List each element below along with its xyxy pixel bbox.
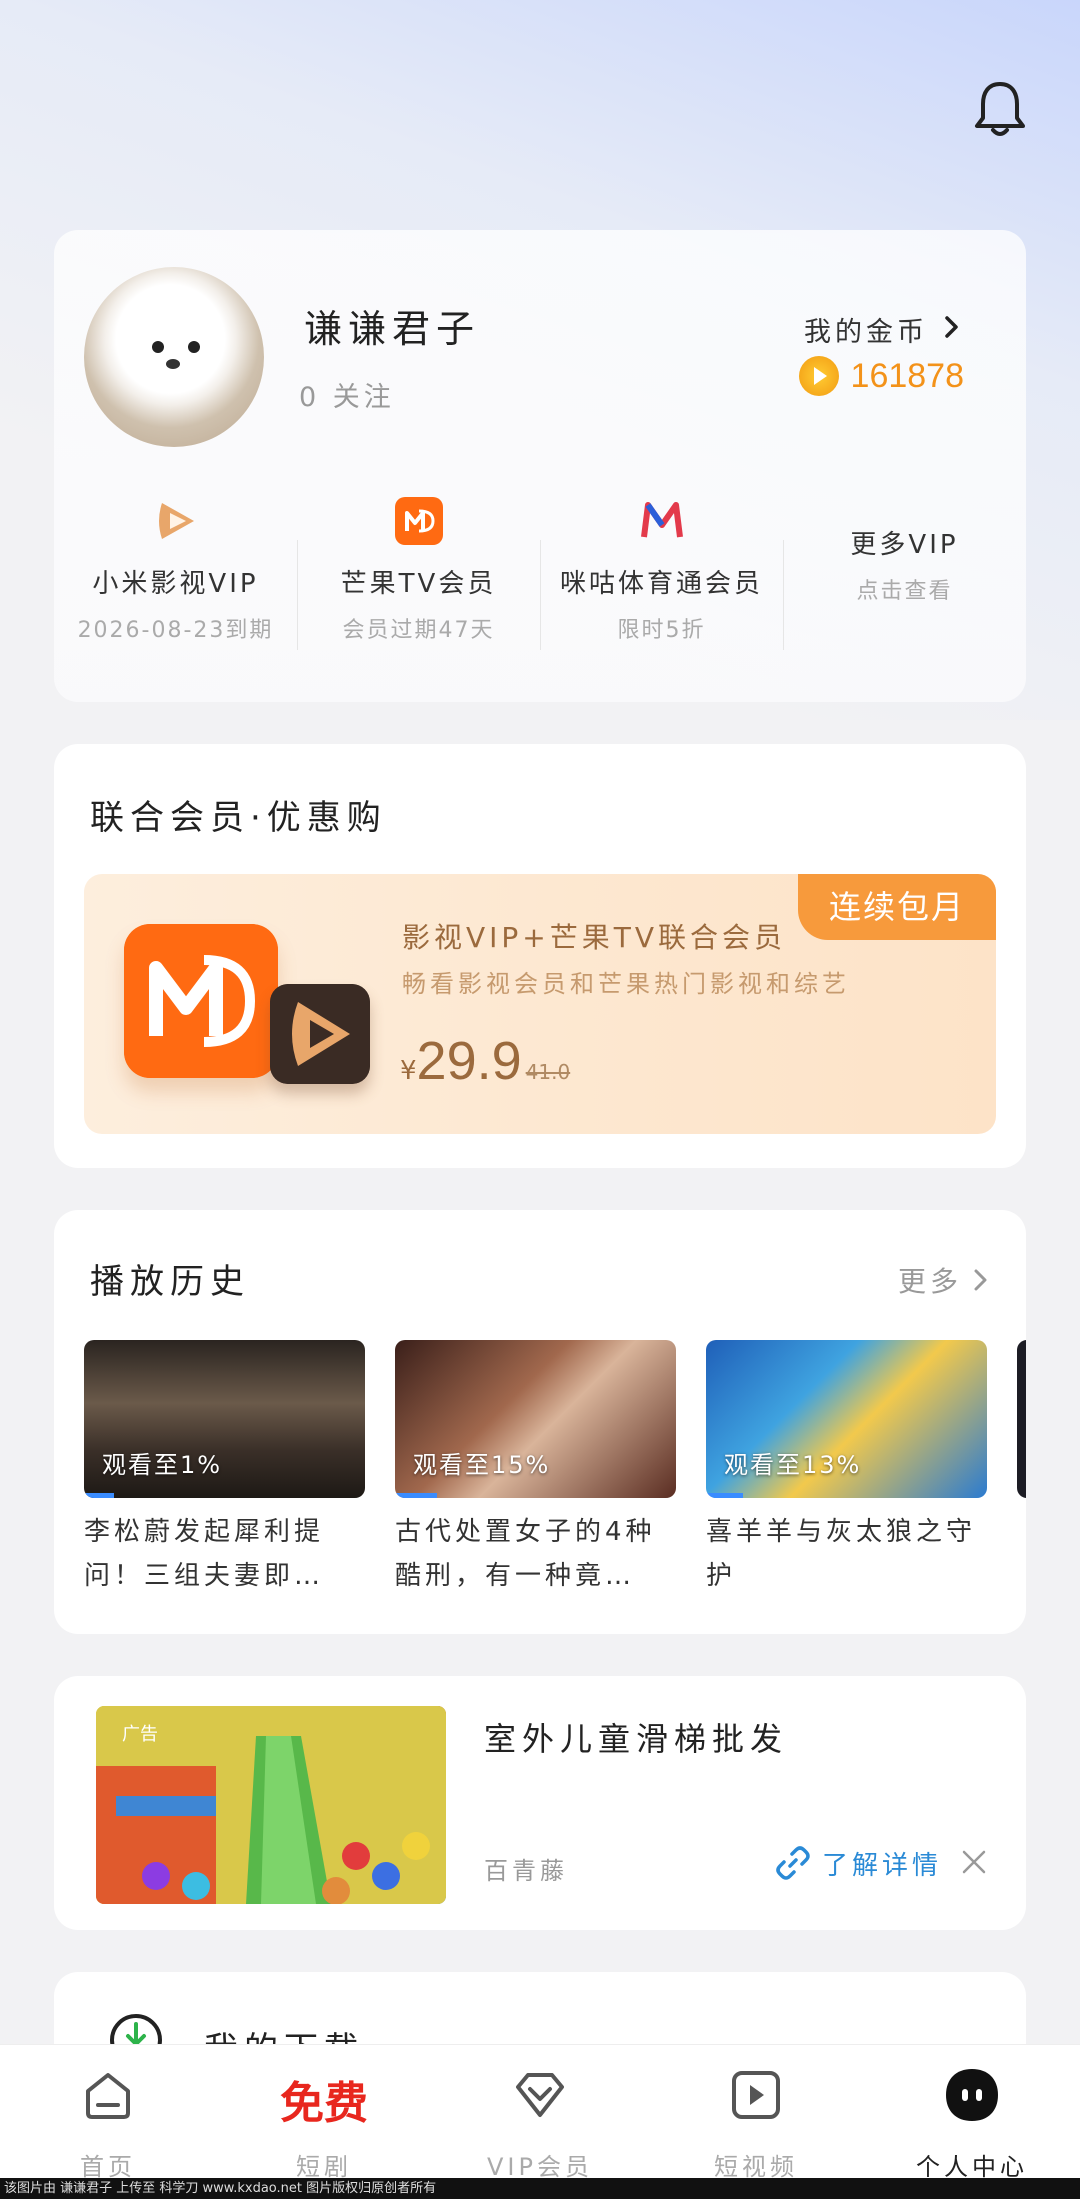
more-button[interactable]: 更多	[898, 1260, 990, 1300]
vip-item-more[interactable]: 更多VIP 点击查看	[783, 530, 1026, 660]
video-title: 李松蔚发起犀利提问！三组夫妻即…	[84, 1517, 325, 1591]
play-history-card: 播放历史 更多 观看至1% 李松蔚发起犀利提问！三组夫妻即… 观看至15% 古代…	[54, 1210, 1026, 1634]
tab-label: 短视频	[714, 2153, 798, 2181]
video-title: 古代处置女子的4种酷刑，有一种竟…	[395, 1517, 656, 1591]
migu-icon	[640, 502, 683, 538]
coins-label-text: 我的金币	[804, 317, 928, 348]
learn-more-label: 了解详情	[822, 1850, 943, 1881]
vip-diamond-icon	[516, 2073, 564, 2117]
close-icon[interactable]	[960, 1848, 988, 1876]
progress-text: 观看至13%	[724, 1451, 862, 1479]
tab-profile[interactable]: 个人中心	[864, 2045, 1080, 2181]
history-item[interactable]: 观看至1% 李松蔚发起犀利提问！三组夫妻即…	[84, 1340, 365, 1598]
promo-badge: 连续包月	[798, 874, 996, 940]
mango-tv-icon	[394, 497, 443, 545]
video-thumbnail: 观看至13%	[706, 1340, 987, 1498]
xiaomi-video-icon	[158, 503, 194, 539]
price-value: 29.9	[416, 1031, 522, 1091]
bottom-tab-bar: 首页 免费 短剧 VIP会员 短视频 个人中心	[0, 2044, 1080, 2181]
mango-tv-logo	[124, 924, 278, 1078]
tab-label: 首页	[80, 2153, 136, 2181]
section-title: 播放历史	[90, 1262, 250, 1302]
vip-sub: 会员过期47天	[342, 618, 495, 643]
ad-tag: 广告	[122, 1724, 158, 1745]
ad-image[interactable]: 广告	[96, 1706, 446, 1904]
play-square-icon	[732, 2071, 780, 2119]
ad-card[interactable]: 广告 室外儿童滑梯批发 百青藤 了解详情	[54, 1676, 1026, 1930]
video-thumbnail: 观看至15%	[395, 1340, 676, 1498]
ad-source: 百青藤	[484, 1857, 568, 1885]
vip-sub: 2026-08-23到期	[77, 618, 274, 643]
learn-more-link[interactable]: 了解详情	[774, 1844, 942, 1882]
vip-title: 小米影视VIP	[92, 569, 259, 599]
tab-label: 个人中心	[916, 2153, 1028, 2181]
avatar-eye	[188, 341, 200, 353]
promo-banner[interactable]: 连续包月 影视VIP+芒果TV联合会员 畅看影视会员和芒果热门影视和综艺 ¥ 2…	[84, 874, 996, 1134]
free-badge: 免费	[280, 2078, 368, 2129]
avatar-eye	[152, 341, 164, 353]
chevron-right-icon[interactable]	[938, 313, 964, 341]
vip-title: 更多VIP	[850, 530, 959, 560]
chevron-right-icon	[974, 1269, 987, 1291]
username[interactable]: 谦谦君子	[304, 298, 480, 353]
vip-item-migu[interactable]: 咪咕体育通会员 限时5折	[540, 502, 783, 660]
promo-title: 影视VIP+芒果TV联合会员	[402, 921, 787, 954]
vip-sub: 点击查看	[856, 579, 953, 604]
link-icon	[776, 1846, 810, 1880]
vip-row: 小米影视VIP 2026-08-23到期 芒果TV会员 会员过期47天 咪咕体育…	[54, 497, 1026, 660]
vip-sub: 限时5折	[617, 618, 706, 643]
home-icon	[86, 2073, 130, 2119]
currency-symbol: ¥	[400, 1056, 417, 1086]
bell-icon[interactable]	[972, 78, 1028, 140]
coin-icon	[798, 356, 839, 396]
follow-count[interactable]: 0 关注	[299, 375, 395, 414]
watermark-footer: 该图片由 谦谦君子 上传至 科学刀 www.kxdao.net 图片版权归原创者…	[0, 2178, 1080, 2199]
avatar-nose	[166, 359, 180, 369]
coins-value: 161878	[850, 356, 964, 395]
history-item-partial[interactable]	[1017, 1340, 1026, 1598]
section-title: 联合会员·优惠购	[90, 798, 387, 838]
tab-short-drama[interactable]: 免费 短剧	[216, 2045, 432, 2181]
progress-text: 观看至1%	[102, 1451, 223, 1479]
video-thumbnail: 观看至1%	[84, 1340, 365, 1498]
profile-card: 谦谦君子 0 关注 我的金币 161878 小米影视VIP 2026-08-23…	[54, 230, 1026, 702]
progress-bar	[706, 1493, 743, 1498]
xiaomi-video-logo	[270, 984, 370, 1084]
promo-desc: 畅看影视会员和芒果热门影视和综艺	[402, 970, 850, 998]
tab-label: VIP会员	[487, 2153, 593, 2181]
vip-title: 芒果TV会员	[340, 569, 497, 599]
progress-bar	[84, 1493, 114, 1498]
tab-short-video[interactable]: 短视频	[648, 2045, 864, 2181]
vip-item-xiaomi[interactable]: 小米影视VIP 2026-08-23到期	[54, 503, 297, 660]
progress-bar	[395, 1493, 438, 1498]
history-list: 观看至1% 李松蔚发起犀利提问！三组夫妻即… 观看至15% 古代处置女子的4种酷…	[84, 1340, 1026, 1598]
tab-label: 短剧	[296, 2153, 352, 2181]
tab-home[interactable]: 首页	[0, 2045, 216, 2181]
history-item[interactable]: 观看至15% 古代处置女子的4种酷刑，有一种竟…	[395, 1340, 676, 1598]
video-thumbnail	[1017, 1340, 1026, 1498]
union-membership-card: 联合会员·优惠购 连续包月 影视VIP+芒果TV联合会员 畅看影视会员和芒果热门…	[54, 744, 1026, 1168]
avatar[interactable]	[84, 267, 264, 447]
more-label: 更多	[897, 1265, 962, 1298]
coins-balance[interactable]: 161878	[798, 356, 964, 396]
old-price: 41.0	[525, 1060, 571, 1084]
vip-item-mango[interactable]: 芒果TV会员 会员过期47天	[297, 497, 540, 660]
progress-text: 观看至15%	[413, 1451, 551, 1479]
history-item[interactable]: 观看至13% 喜羊羊与灰太狼之守护	[706, 1340, 987, 1598]
ad-title[interactable]: 室外儿童滑梯批发	[484, 1714, 788, 1760]
promo-price: ¥ 29.9 41.0	[400, 1030, 570, 1092]
tab-vip[interactable]: VIP会员	[432, 2045, 648, 2181]
vip-title: 咪咕体育通会员	[559, 569, 763, 599]
profile-icon	[946, 2069, 998, 2121]
video-title: 喜羊羊与灰太狼之守护	[706, 1517, 977, 1591]
